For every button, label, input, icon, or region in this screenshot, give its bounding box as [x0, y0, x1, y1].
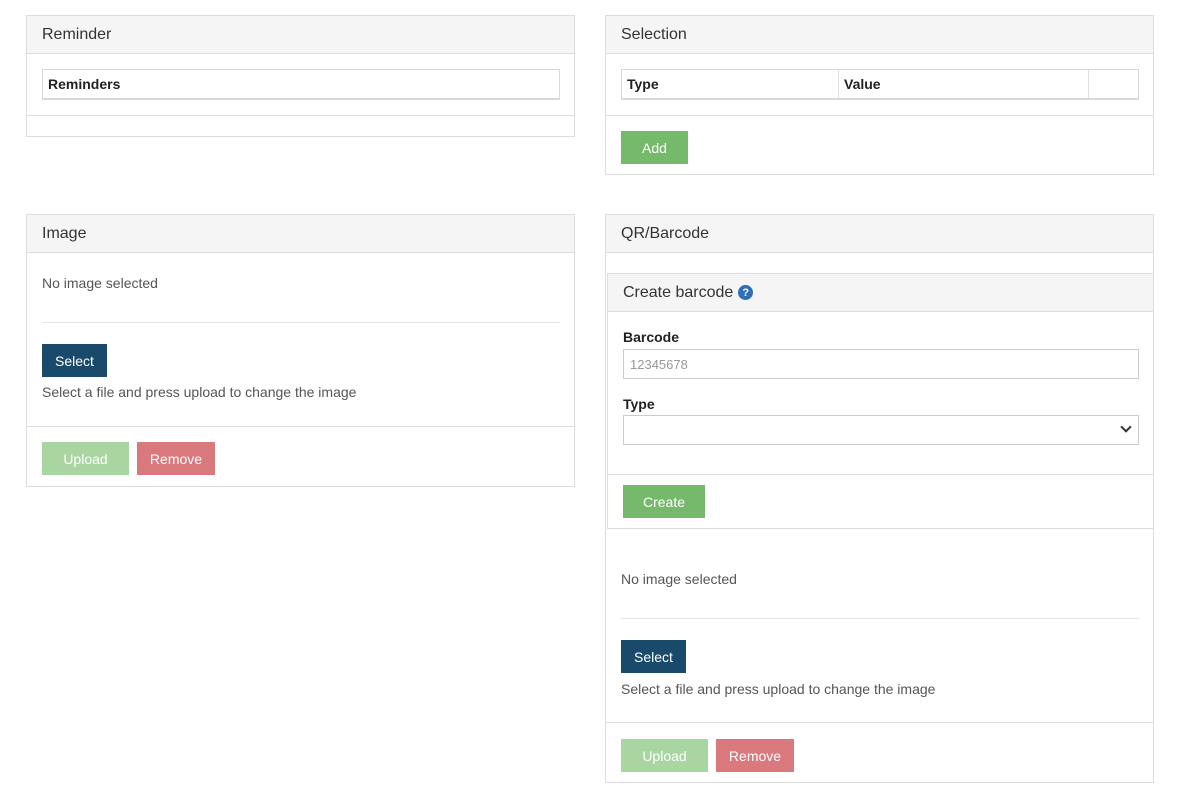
image-remove-button[interactable]: Remove [137, 442, 215, 475]
actions-column-header [1089, 70, 1138, 98]
create-barcode-panel: Create barcode ? Barcode Type Create [607, 273, 1154, 529]
chevron-down-icon [1120, 421, 1132, 433]
value-column-header: Value [839, 70, 1089, 98]
image-hint: Select a file and press upload to change… [42, 384, 357, 400]
qr-upload-button[interactable]: Upload [621, 739, 708, 772]
reminders-table-header: Reminders [42, 69, 560, 100]
barcode-label: Barcode [623, 329, 680, 345]
image-title: Image [42, 224, 87, 242]
create-barcode-footer: Create [608, 474, 1153, 529]
type-column-header: Type [622, 70, 839, 98]
create-barcode-heading: Create barcode ? [608, 274, 1153, 312]
qr-select-button[interactable]: Select [621, 640, 686, 673]
selection-panel-footer: Add [606, 115, 1153, 175]
image-panel-heading: Image [27, 215, 574, 253]
qr-remove-button[interactable]: Remove [716, 739, 794, 772]
image-upload-button[interactable]: Upload [42, 442, 129, 475]
add-button[interactable]: Add [621, 131, 688, 164]
reminders-column-header: Reminders [48, 76, 121, 92]
create-button[interactable]: Create [623, 485, 705, 518]
qr-image-status: No image selected [621, 571, 737, 587]
image-select-button[interactable]: Select [42, 344, 107, 377]
create-barcode-title: Create barcode [623, 283, 734, 301]
qr-panel-footer: Upload Remove [606, 722, 1153, 783]
type-label: Type [623, 396, 655, 412]
type-select[interactable] [623, 415, 1139, 445]
help-icon[interactable]: ? [738, 285, 754, 300]
image-divider [42, 322, 560, 323]
image-panel-footer: Upload Remove [27, 426, 574, 487]
reminder-panel-footer [27, 115, 574, 137]
selection-table-header: Type Value [621, 69, 1139, 100]
selection-panel: Selection Type Value Add [605, 15, 1154, 175]
image-status: No image selected [42, 275, 158, 291]
qr-barcode-panel-heading: QR/Barcode [606, 215, 1153, 253]
barcode-input[interactable] [623, 349, 1139, 379]
reminder-panel: Reminder Reminders [26, 15, 575, 137]
image-panel: Image No image selected Select Select a … [26, 214, 575, 487]
selection-title: Selection [621, 25, 687, 43]
reminder-panel-heading: Reminder [27, 16, 574, 54]
qr-barcode-panel: QR/Barcode Create barcode ? Barcode Type… [605, 214, 1154, 783]
qr-image-hint: Select a file and press upload to change… [621, 681, 936, 697]
qr-barcode-title: QR/Barcode [621, 224, 710, 242]
reminder-title: Reminder [42, 25, 112, 43]
selection-panel-heading: Selection [606, 16, 1153, 54]
qr-image-divider [621, 618, 1139, 619]
